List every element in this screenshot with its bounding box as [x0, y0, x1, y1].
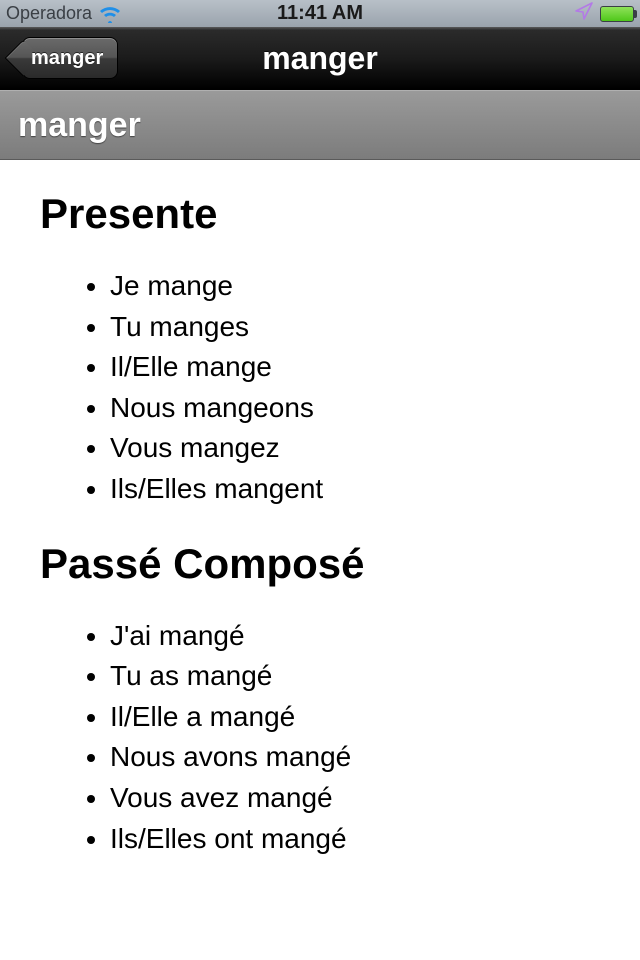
location-icon	[574, 1, 594, 26]
list-item: Tu as mangé	[110, 656, 600, 697]
tense-title: Passé Composé	[40, 540, 600, 588]
list-item: J'ai mangé	[110, 616, 600, 657]
back-button[interactable]: manger	[22, 37, 118, 79]
nav-bar: manger manger	[0, 27, 640, 90]
status-bar: Operadora 11:41 AM	[0, 0, 640, 27]
list-item: Nous mangeons	[110, 388, 600, 429]
list-item: Je mange	[110, 266, 600, 307]
status-right	[574, 1, 634, 26]
battery-icon	[600, 6, 634, 22]
list-item: Nous avons mangé	[110, 737, 600, 778]
section-header: manger	[0, 90, 640, 160]
list-item: Il/Elle mange	[110, 347, 600, 388]
conjugation-list: Je mange Tu manges Il/Elle mange Nous ma…	[40, 266, 600, 510]
back-button-label: manger	[31, 47, 103, 70]
conjugation-list: J'ai mangé Tu as mangé Il/Elle a mangé N…	[40, 616, 600, 860]
status-time: 11:41 AM	[277, 2, 363, 25]
wifi-icon	[98, 5, 122, 23]
nav-title: manger	[262, 40, 378, 77]
list-item: Vous avez mangé	[110, 778, 600, 819]
content-area[interactable]: Presente Je mange Tu manges Il/Elle mang…	[0, 160, 640, 919]
status-left: Operadora	[6, 3, 122, 24]
list-item: Vous mangez	[110, 428, 600, 469]
list-item: Ils/Elles mangent	[110, 469, 600, 510]
section-header-label: manger	[18, 106, 141, 145]
carrier-label: Operadora	[6, 3, 92, 24]
list-item: Il/Elle a mangé	[110, 697, 600, 738]
list-item: Ils/Elles ont mangé	[110, 819, 600, 860]
list-item: Tu manges	[110, 307, 600, 348]
tense-title: Presente	[40, 190, 600, 238]
